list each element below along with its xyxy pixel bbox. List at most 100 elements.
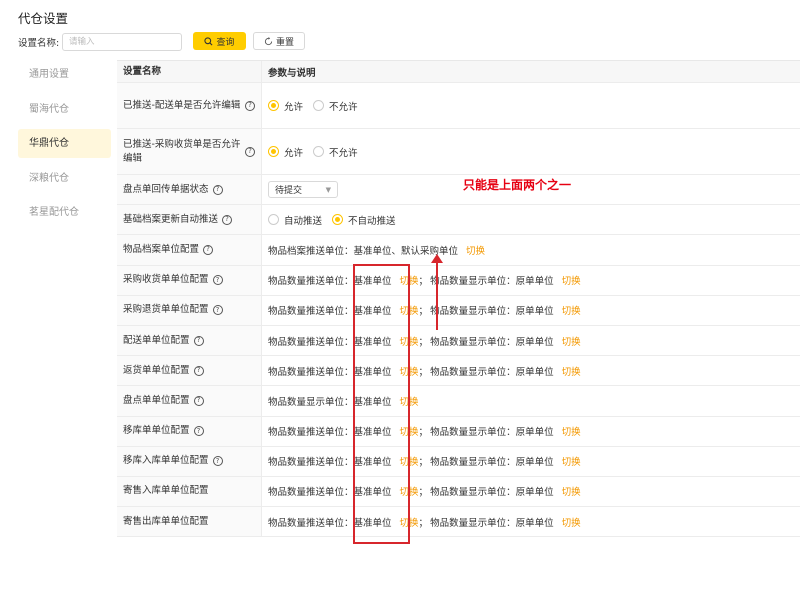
radio-dot xyxy=(268,146,279,157)
table-row: 移库单单位配置? 物品数量推送单位： 基准单位 切换；物品数量显示单位： 原单单位 切换 xyxy=(117,416,800,447)
row-name: 配送单单位配置? xyxy=(117,325,262,356)
switch-link[interactable]: 切换 xyxy=(562,303,581,317)
switch-link[interactable]: 切换 xyxy=(562,364,581,378)
row-value: 物品数量推送单位： 基准单位 切换；物品数量显示单位： 原单单位 切换 xyxy=(262,266,800,295)
switch-link[interactable]: 切换 xyxy=(562,454,581,468)
help-icon[interactable]: ? xyxy=(222,214,233,225)
radio-no-auto-push[interactable]: 不自动推送 xyxy=(332,213,396,227)
table-row: 采购收货单单位配置? 物品数量推送单位： 基准单位 切换；物品数量显示单位： 原单单位… xyxy=(117,265,800,296)
settings-table: 设置名称 参数与说明 已推送-配送单是否允许编辑? 允许 不允许 已推送-采购收… xyxy=(117,60,800,538)
help-icon[interactable]: ? xyxy=(245,100,255,111)
help-icon[interactable]: ? xyxy=(245,146,255,157)
row-name: 寄售入库单单位配置 xyxy=(117,476,262,507)
radio-dot xyxy=(313,100,325,111)
refresh-icon xyxy=(264,36,273,45)
row-value: 物品数量推送单位： 基准单位 切换；物品数量显示单位： 原单单位 切换 xyxy=(262,417,800,446)
sidebar-item-shenliang[interactable]: 深粮代仓 xyxy=(18,164,111,193)
header-setting-name: 设置名称 xyxy=(117,61,262,82)
help-icon[interactable]: ? xyxy=(193,335,204,346)
radio-dot xyxy=(313,146,325,157)
query-button[interactable]: 查询 xyxy=(193,32,246,50)
row-value: 物品数量推送单位： 基准单位 切换；物品数量显示单位： 原单单位 切换 xyxy=(262,447,800,476)
sidebar-item-mingxingpei[interactable]: 茗星配代仓 xyxy=(18,198,111,227)
table-row: 基础档案更新自动推送? 自动推送 不自动推送 xyxy=(117,205,800,236)
row-value: 物品数量显示单位： 基准单位 切换 xyxy=(262,386,800,415)
radio-dot xyxy=(332,214,344,226)
row-name: 采购退货单单位配置? xyxy=(117,295,262,325)
search-icon xyxy=(204,36,213,45)
row-name: 盘点单单位配置? xyxy=(117,386,262,416)
row-value: 自动推送 不自动推送 xyxy=(262,205,800,234)
help-icon[interactable]: ? xyxy=(203,244,214,255)
row-value: 物品数量推送单位： 基准单位 切换；物品数量显示单位： 原单单位 切换 xyxy=(262,507,800,536)
help-icon[interactable]: ? xyxy=(193,365,204,376)
status-select[interactable]: 待提交 ▼ xyxy=(268,181,338,199)
switch-link[interactable]: 切换 xyxy=(562,424,581,438)
sidebar-item-general[interactable]: 通用设置 xyxy=(18,60,111,89)
table-row: 寄售出库单单位配置 物品数量推送单位： 基准单位 切换；物品数量显示单位： 原单单位切… xyxy=(117,507,800,538)
header-params: 参数与说明 xyxy=(262,61,800,82)
table-row: 移库入库单单位配置? 物品数量推送单位： 基准单位 切换；物品数量显示单位： 原单单位… xyxy=(117,446,800,477)
radio-allow[interactable]: 允许 xyxy=(268,99,303,113)
row-name: 基础档案更新自动推送? xyxy=(117,205,262,235)
row-name: 物品档案单位配置? xyxy=(117,235,262,265)
row-value: 物品数量推送单位： 基准单位 切换；物品数量显示单位： 原单单位 切换 xyxy=(262,326,800,355)
radio-allow[interactable]: 允许 xyxy=(268,145,303,159)
help-icon[interactable]: ? xyxy=(212,305,223,316)
sidebar-item-huading[interactable]: 华鼎代仓 xyxy=(18,129,111,158)
table-row: 盘点单回传单据状态? 待提交 ▼ xyxy=(117,175,800,206)
radio-dot xyxy=(268,214,279,226)
radio-dot xyxy=(268,100,279,111)
sidebar: 通用设置 蜀海代仓 华鼎代仓 深粮代仓 茗星配代仓 xyxy=(18,60,111,233)
help-icon[interactable]: ? xyxy=(193,395,204,406)
help-icon[interactable]: ? xyxy=(212,456,223,467)
radio-disallow[interactable]: 不允许 xyxy=(313,99,358,113)
sidebar-item-shuhai[interactable]: 蜀海代仓 xyxy=(18,95,111,124)
annotation-arrow-icon xyxy=(431,254,443,263)
chevron-down-icon: ▼ xyxy=(325,185,331,194)
help-icon[interactable]: ? xyxy=(212,184,223,195)
row-name: 已推送-配送单是否允许编辑? xyxy=(117,83,262,128)
switch-link[interactable]: 切换 xyxy=(562,273,581,287)
annotation-arrow-shaft xyxy=(436,262,438,330)
table-header: 设置名称 参数与说明 xyxy=(117,61,800,83)
row-value: 物品数量推送单位： 基准单位 切换；物品数量显示单位： 原单单位 切换 xyxy=(262,477,800,506)
row-value: 物品档案推送单位：基准单位、默认采购单位 切换 xyxy=(262,235,800,264)
switch-link[interactable]: 切换 xyxy=(562,515,581,529)
row-name: 采购收货单单位配置? xyxy=(117,265,262,295)
row-name: 已推送-采购收货单是否允许编辑? xyxy=(117,129,262,174)
highlight-box xyxy=(353,264,410,544)
page-title: 代仓设置 xyxy=(18,11,69,26)
table-row: 配送单单位配置? 物品数量推送单位： 基准单位 切换；物品数量显示单位： 原单单位 切换 xyxy=(117,325,800,357)
row-name: 盘点单回传单据状态? xyxy=(117,175,262,205)
switch-link[interactable]: 切换 xyxy=(466,243,485,257)
row-name: 移库入库单单位配置? xyxy=(117,446,262,476)
annotation-text: 只能是上面两个之一 xyxy=(463,178,572,192)
row-name: 寄售出库单单位配置 xyxy=(117,507,262,537)
help-icon[interactable]: ? xyxy=(212,275,223,286)
table-row: 盘点单单位配置? 物品数量显示单位： 基准单位 切换 xyxy=(117,386,800,417)
row-name: 返货单单位配置? xyxy=(117,356,262,386)
radio-auto-push[interactable]: 自动推送 xyxy=(268,213,322,227)
table-row: 采购退货单单位配置? 物品数量推送单位： 基准单位 切换；物品数量显示单位： 原单单位… xyxy=(117,295,800,326)
row-value: 允许 不允许 xyxy=(262,129,800,174)
query-button-label: 查询 xyxy=(216,36,235,47)
switch-link[interactable]: 切换 xyxy=(562,334,581,348)
row-value: 允许 不允许 xyxy=(262,83,800,128)
help-icon[interactable]: ? xyxy=(193,426,204,437)
table-row: 已推送-采购收货单是否允许编辑? 允许 不允许 xyxy=(117,129,800,175)
table-row: 返货单单位配置? 物品数量推送单位： 基准单位 切换；物品数量显示单位： 原单单位 切换 xyxy=(117,356,800,387)
search-bar: 设置名称: xyxy=(18,32,182,52)
unit-text: 物品档案推送单位：基准单位、默认采购单位 xyxy=(268,245,459,257)
table-row: 寄售入库单单位配置 物品数量推送单位： 基准单位 切换；物品数量显示单位： 原单单位切… xyxy=(117,476,800,508)
row-value: 物品数量推送单位： 基准单位 切换；物品数量显示单位： 原单单位 切换 xyxy=(262,356,800,385)
table-row: 已推送-配送单是否允许编辑? 允许 不允许 xyxy=(117,83,800,129)
search-label: 设置名称: xyxy=(18,38,60,49)
search-input[interactable] xyxy=(62,33,182,51)
row-value: 物品数量推送单位： 基准单位 切换；物品数量显示单位： 原单单位 切换 xyxy=(262,296,800,325)
radio-disallow[interactable]: 不允许 xyxy=(313,145,358,159)
reset-button[interactable]: 重置 xyxy=(253,32,305,50)
switch-link[interactable]: 切换 xyxy=(562,484,581,498)
table-row: 物品档案单位配置? 物品档案推送单位：基准单位、默认采购单位 切换 xyxy=(117,235,800,266)
reset-button-label: 重置 xyxy=(275,36,294,47)
